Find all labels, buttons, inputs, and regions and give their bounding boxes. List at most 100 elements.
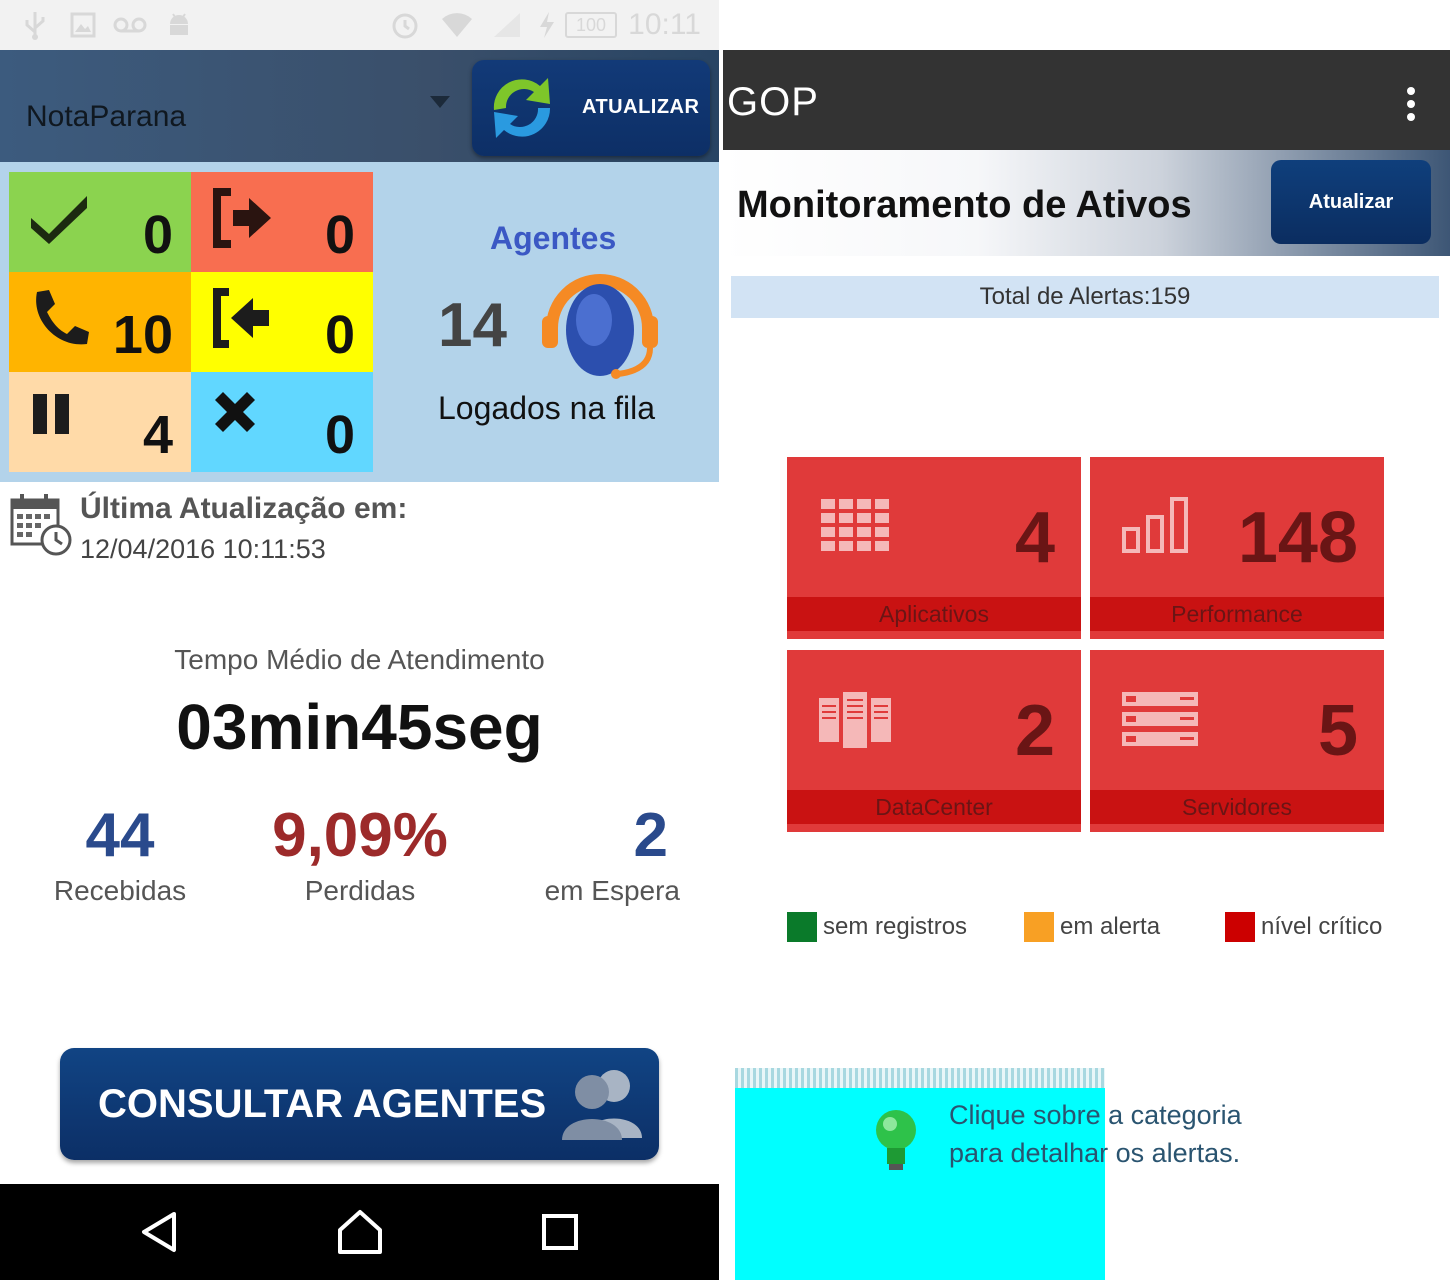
legend-label: em alerta [1060, 913, 1161, 940]
usb-icon [22, 10, 48, 40]
queue-dropdown[interactable]: NotaParana [26, 100, 186, 134]
image-icon [70, 10, 96, 40]
server-stack-icon [1122, 692, 1198, 746]
logout-icon [213, 188, 271, 248]
call-center-screen: 100 10:11 NotaParana ATUALIZAR 0 0 10 0 … [0, 0, 719, 1280]
agents-title: Agentes [490, 220, 617, 256]
category-count: 148 [1237, 498, 1358, 578]
legend-no-records: sem registros [787, 910, 967, 944]
legend-label: sem registros [823, 913, 968, 940]
app-name: GOP [727, 80, 819, 124]
page-header: Monitoramento de Ativos Atualizar [723, 150, 1450, 256]
alarm-icon [390, 10, 420, 40]
android-icon [166, 10, 192, 40]
legend-swatch [1225, 912, 1255, 942]
calendar-clock-icon [10, 494, 72, 556]
refresh-label: ATUALIZAR [582, 96, 700, 118]
server-rack-icon [819, 692, 891, 748]
legend-swatch [1024, 912, 1054, 942]
tile-value: 0 [142, 205, 173, 265]
android-nav-bar [0, 1184, 719, 1280]
category-label: Servidores [1090, 790, 1384, 824]
total-alerts-bar: Total de Alertas:159 [731, 276, 1439, 318]
grid-icon [821, 499, 889, 551]
signal-icon [492, 10, 522, 40]
wifi-icon [440, 10, 474, 40]
stat-label: em Espera [544, 875, 680, 906]
tile-value: 10 [112, 305, 173, 365]
pause-icon [33, 394, 69, 434]
chevron-down-icon[interactable] [430, 96, 450, 108]
check-icon [31, 196, 87, 244]
page-title: Monitoramento de Ativos [737, 184, 1192, 226]
tile-value: 4 [142, 405, 173, 465]
avg-handle-time-value: 03min45seg [176, 691, 543, 763]
stat-label: Perdidas [304, 875, 416, 906]
legend-critical: nível crítico [1225, 910, 1382, 944]
hint-line-1: Clique sobre a categoria [949, 1100, 1242, 1130]
headset-icon [542, 274, 658, 379]
bar-chart-icon [1122, 497, 1188, 553]
category-applications[interactable]: 4 Aplicativos [787, 457, 1081, 639]
category-count: 4 [1014, 498, 1055, 578]
legend-swatch [787, 912, 817, 942]
stat-value: 9,09% [272, 801, 448, 870]
stat-waiting: 2 em Espera [530, 800, 680, 907]
hint-line-2: para detalhar os alertas. [949, 1138, 1241, 1168]
asset-monitor-screen: GOP Monitoramento de Ativos Atualizar To… [723, 0, 1450, 1280]
consult-agents-label: CONSULTAR AGENTES [98, 1082, 547, 1126]
consult-agents-button[interactable]: CONSULTAR AGENTES [60, 1048, 659, 1160]
category-label: Performance [1090, 597, 1384, 631]
battery-level: 100 [565, 12, 617, 38]
tile-paused[interactable]: 4 [9, 372, 191, 472]
tile-logout[interactable]: 0 [191, 172, 373, 272]
tile-in-call[interactable]: 10 [9, 272, 191, 372]
lightbulb-icon [876, 1110, 916, 1170]
legend-alert: em alerta [1024, 910, 1160, 944]
close-icon [215, 392, 255, 432]
avg-handle-time-label: Tempo Médio de Atendimento [174, 644, 545, 675]
tile-value: 0 [324, 405, 355, 465]
home-icon[interactable] [336, 1208, 384, 1256]
tile-completed[interactable]: 0 [9, 172, 191, 272]
agents-label: Logados na fila [438, 390, 656, 426]
tile-value: 0 [324, 205, 355, 265]
stat-received: 44 Recebidas [40, 800, 200, 907]
last-update-title: Última Atualização em: [80, 492, 408, 525]
refresh-button[interactable]: ATUALIZAR [472, 60, 710, 156]
legend-label: nível crítico [1261, 913, 1383, 940]
category-label: DataCenter [787, 790, 1081, 824]
hint-text: Clique sobre a categoria para detalhar o… [949, 1096, 1242, 1172]
stat-lost: 9,09% Perdidas [260, 800, 460, 907]
clock: 10:11 [628, 8, 701, 41]
status-bar: 100 10:11 [0, 0, 719, 50]
agents-count: 14 [438, 291, 507, 360]
login-icon [213, 288, 269, 348]
category-count: 5 [1317, 691, 1358, 771]
voicemail-icon [112, 10, 148, 40]
back-icon[interactable] [136, 1208, 184, 1256]
more-vert-icon[interactable] [1406, 86, 1416, 122]
recents-icon[interactable] [536, 1208, 584, 1256]
last-update-timestamp: 12/04/2016 10:11:53 [80, 534, 326, 564]
category-performance[interactable]: 148 Performance [1090, 457, 1384, 639]
hint-stripe [735, 1068, 1105, 1088]
tile-value: 0 [324, 305, 355, 365]
category-datacenter[interactable]: 2 DataCenter [787, 650, 1081, 832]
stat-value: 2 [633, 801, 668, 870]
stat-value: 44 [85, 801, 155, 870]
refresh-button[interactable]: Atualizar [1271, 160, 1431, 244]
tile-login[interactable]: 0 [191, 272, 373, 372]
stat-label: Recebidas [53, 875, 187, 906]
tile-unavailable[interactable]: 0 [191, 372, 373, 472]
charging-icon [538, 10, 556, 40]
stats-panel: 0 0 10 0 4 0 Agentes 14 Logados na fila [0, 162, 719, 482]
category-count: 2 [1014, 691, 1055, 771]
category-label: Aplicativos [787, 597, 1081, 631]
refresh-icon [493, 78, 551, 138]
action-bar: GOP [723, 50, 1450, 150]
phone-icon [36, 290, 89, 345]
users-icon [562, 1070, 642, 1140]
category-servers[interactable]: 5 Servidores [1090, 650, 1384, 832]
app-header: NotaParana ATUALIZAR [0, 50, 719, 162]
